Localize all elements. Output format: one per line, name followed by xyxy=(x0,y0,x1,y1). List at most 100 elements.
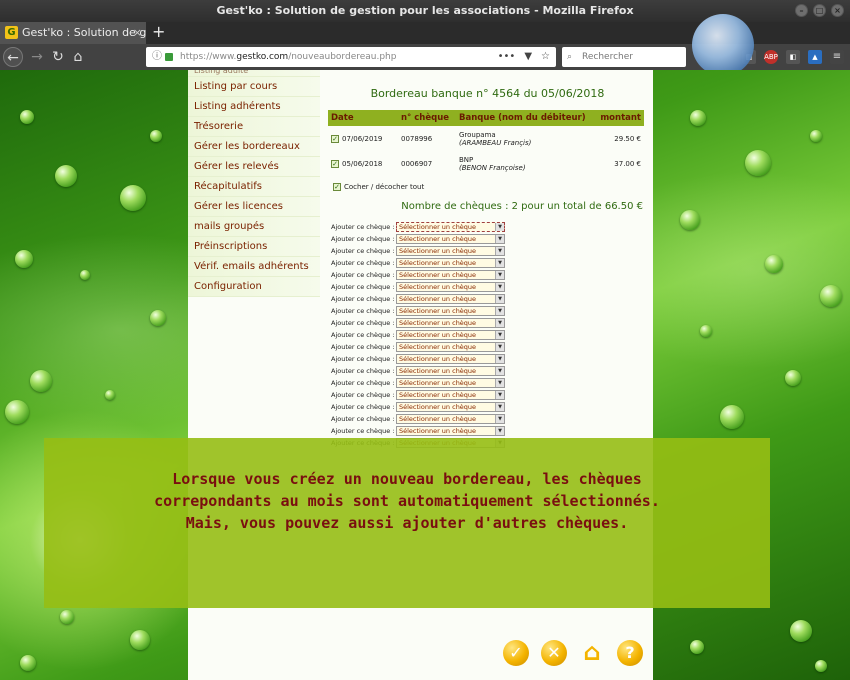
close-icon[interactable]: × xyxy=(831,4,844,17)
add-cheque-row: Ajouter ce chèque :Sélectionner un chèqu… xyxy=(331,221,505,233)
tab-gestko[interactable]: G Gest'ko : Solution de gestion × xyxy=(0,22,146,44)
sidebar-item-gerer-licences[interactable]: Gérer les licences xyxy=(188,197,320,217)
dropdown-arrow-icon[interactable]: ▼ xyxy=(495,403,504,411)
cheque-select[interactable]: Sélectionner un chèque ▼ xyxy=(396,378,505,388)
cheque-select[interactable]: Sélectionner un chèque ▼ xyxy=(396,426,505,436)
extension-icon[interactable]: ▲ xyxy=(808,50,822,64)
cheque-select[interactable]: Sélectionner un chèque ▼ xyxy=(396,306,505,316)
dropdown-arrow-icon[interactable]: ▼ xyxy=(495,355,504,363)
toggle-all[interactable]: ✓ Cocher / décocher tout xyxy=(333,183,424,191)
cheque-select[interactable]: Sélectionner un chèque ▼ xyxy=(396,234,505,244)
sidebar-item-preinscriptions[interactable]: Préinscriptions xyxy=(188,237,320,257)
add-cheque-row: Ajouter ce chèque :Sélectionner un chèqu… xyxy=(331,257,505,269)
toggle-all-checkbox[interactable]: ✓ xyxy=(333,183,341,191)
cheque-select[interactable]: Sélectionner un chèque ▼ xyxy=(396,294,505,304)
dropdown-arrow-icon[interactable]: ▼ xyxy=(495,343,504,351)
cheque-number: 0006907 xyxy=(401,159,433,168)
cheque-select[interactable]: Sélectionner un chèque ▼ xyxy=(396,342,505,352)
maximize-icon[interactable]: □ xyxy=(813,4,826,17)
back-arrow-icon[interactable]: ← xyxy=(3,47,23,67)
dropdown-arrow-icon[interactable]: ▼ xyxy=(495,283,504,291)
sidebar-item-gerer-releves[interactable]: Gérer les relevés xyxy=(188,157,320,177)
dropdown-arrow-icon[interactable]: ▼ xyxy=(495,235,504,243)
dropdown-arrow-icon[interactable]: ▼ xyxy=(495,331,504,339)
cheque-select[interactable]: Sélectionner un chèque ▼ xyxy=(396,414,505,424)
minimize-icon[interactable]: – xyxy=(795,4,808,17)
cheque-table: Date n° chèque Banque (nom du débiteur) … xyxy=(328,110,644,176)
cheque-select[interactable]: Sélectionner un chèque ▼ xyxy=(396,246,505,256)
bookmark-star-icon[interactable]: ☆ xyxy=(541,47,550,67)
forward-arrow-icon[interactable]: → xyxy=(27,47,47,67)
sidebar-item-mails-groupes[interactable]: mails groupés xyxy=(188,217,320,237)
cheque-select[interactable]: Sélectionner un chèque ▼ xyxy=(396,330,505,340)
water-drop xyxy=(60,610,74,624)
reload-icon[interactable]: ↻ xyxy=(48,47,68,67)
adblock-icon[interactable]: ABP xyxy=(764,50,778,64)
tab-close-icon[interactable]: × xyxy=(133,22,142,44)
dropdown-arrow-icon[interactable]: ▼ xyxy=(495,367,504,375)
dropdown-arrow-icon[interactable]: ▼ xyxy=(495,379,504,387)
dropdown-arrow-icon[interactable]: ▼ xyxy=(495,391,504,399)
dropdown-arrow-icon[interactable]: ▼ xyxy=(495,319,504,327)
water-drop xyxy=(120,185,146,211)
dropdown-arrow-icon[interactable]: ▼ xyxy=(495,271,504,279)
cheque-select[interactable]: Sélectionner un chèque ▼ xyxy=(396,354,505,364)
dropdown-arrow-icon[interactable]: ▼ xyxy=(495,415,504,423)
cheque-select[interactable]: Sélectionner un chèque ▼ xyxy=(396,270,505,280)
sidebar-item-configuration[interactable]: Configuration xyxy=(188,277,320,297)
cheque-select-value: Sélectionner un chèque xyxy=(399,403,477,411)
url-bar[interactable]: ⓘ https://www.gestko.com/nouveauborderea… xyxy=(146,47,556,67)
home-icon[interactable]: ⌂ xyxy=(579,640,605,666)
sidebar-item-recapitulatifs[interactable]: Récapitulatifs xyxy=(188,177,320,197)
cheque-select[interactable]: Sélectionner un chèque ▼ xyxy=(396,366,505,376)
cheque-checkbox[interactable]: ✓ xyxy=(331,134,339,143)
dropdown-arrow-icon[interactable]: ▼ xyxy=(495,223,504,231)
window-controls: – □ × xyxy=(795,4,844,17)
cheque-select-value: Sélectionner un chèque xyxy=(399,319,477,327)
toggle-all-label: Cocher / décocher tout xyxy=(344,183,425,191)
cheque-debtor: (ARAMBEAU Françis) xyxy=(459,138,532,147)
new-tab-icon[interactable]: + xyxy=(152,22,165,42)
sidebar-icon[interactable]: ◧ xyxy=(786,50,800,64)
dropdown-arrow-icon[interactable]: ▼ xyxy=(495,307,504,315)
dropdown-arrow-icon[interactable]: ▼ xyxy=(495,247,504,255)
add-cheque-label: Ajouter ce chèque : xyxy=(331,223,395,231)
add-cheque-label: Ajouter ce chèque : xyxy=(331,319,395,327)
table-row: ✓ 05/06/2018 0006907 BNP (BENON Françoise)… xyxy=(328,151,644,176)
home-icon[interactable]: ⌂ xyxy=(68,47,88,67)
sidebar-item-listing-adherents[interactable]: Listing adhérents xyxy=(188,97,320,117)
sidebar-item-gerer-bordereaux[interactable]: Gérer les bordereaux xyxy=(188,137,320,157)
help-question-icon[interactable]: ? xyxy=(617,640,643,666)
cancel-x-icon[interactable]: ✕ xyxy=(541,640,567,666)
add-cheque-label: Ajouter ce chèque : xyxy=(331,403,395,411)
dropdown-arrow-icon[interactable]: ▼ xyxy=(495,259,504,267)
pocket-icon[interactable]: ▼ xyxy=(524,47,532,67)
water-drop xyxy=(150,310,166,326)
cheque-select[interactable]: Sélectionner un chèque ▼ xyxy=(396,258,505,268)
globe-decoration-icon xyxy=(692,14,754,76)
validate-check-icon[interactable]: ✓ xyxy=(503,640,529,666)
sidebar-item-listing-adulte[interactable]: Listing adulte xyxy=(188,70,320,77)
cheque-select[interactable]: Sélectionner un chèque ▼ xyxy=(396,282,505,292)
dropdown-arrow-icon[interactable]: ▼ xyxy=(495,427,504,435)
cheque-amount: 29.50 € xyxy=(614,134,641,143)
cheque-checkbox[interactable]: ✓ xyxy=(331,159,339,168)
sidebar-item-listing-par-cours[interactable]: Listing par cours xyxy=(188,77,320,97)
cheque-total: Nombre de chèques : 2 pour un total de 6… xyxy=(401,201,643,212)
search-input[interactable]: ⌕ Rechercher xyxy=(562,47,686,67)
dropdown-arrow-icon[interactable]: ▼ xyxy=(495,295,504,303)
cheque-select-value: Sélectionner un chèque xyxy=(399,379,477,387)
info-icon[interactable]: ⓘ xyxy=(152,47,162,67)
cheque-select[interactable]: Sélectionner un chèque ▼ xyxy=(396,222,505,232)
cheque-select[interactable]: Sélectionner un chèque ▼ xyxy=(396,318,505,328)
water-drop xyxy=(20,655,36,671)
cheque-select[interactable]: Sélectionner un chèque ▼ xyxy=(396,402,505,412)
cheque-bank-cell: Groupama (ARAMBEAU Françis) xyxy=(456,126,594,151)
add-cheque-label: Ajouter ce chèque : xyxy=(331,235,395,243)
menu-icon[interactable]: ≡ xyxy=(830,50,844,64)
cheque-select[interactable]: Sélectionner un chèque ▼ xyxy=(396,390,505,400)
page-actions-icon[interactable]: ••• xyxy=(498,47,516,67)
sidebar-item-tresorerie[interactable]: Trésorerie xyxy=(188,117,320,137)
sidebar-item-verif-emails[interactable]: Vérif. emails adhérents xyxy=(188,257,320,277)
water-drop xyxy=(80,270,90,280)
